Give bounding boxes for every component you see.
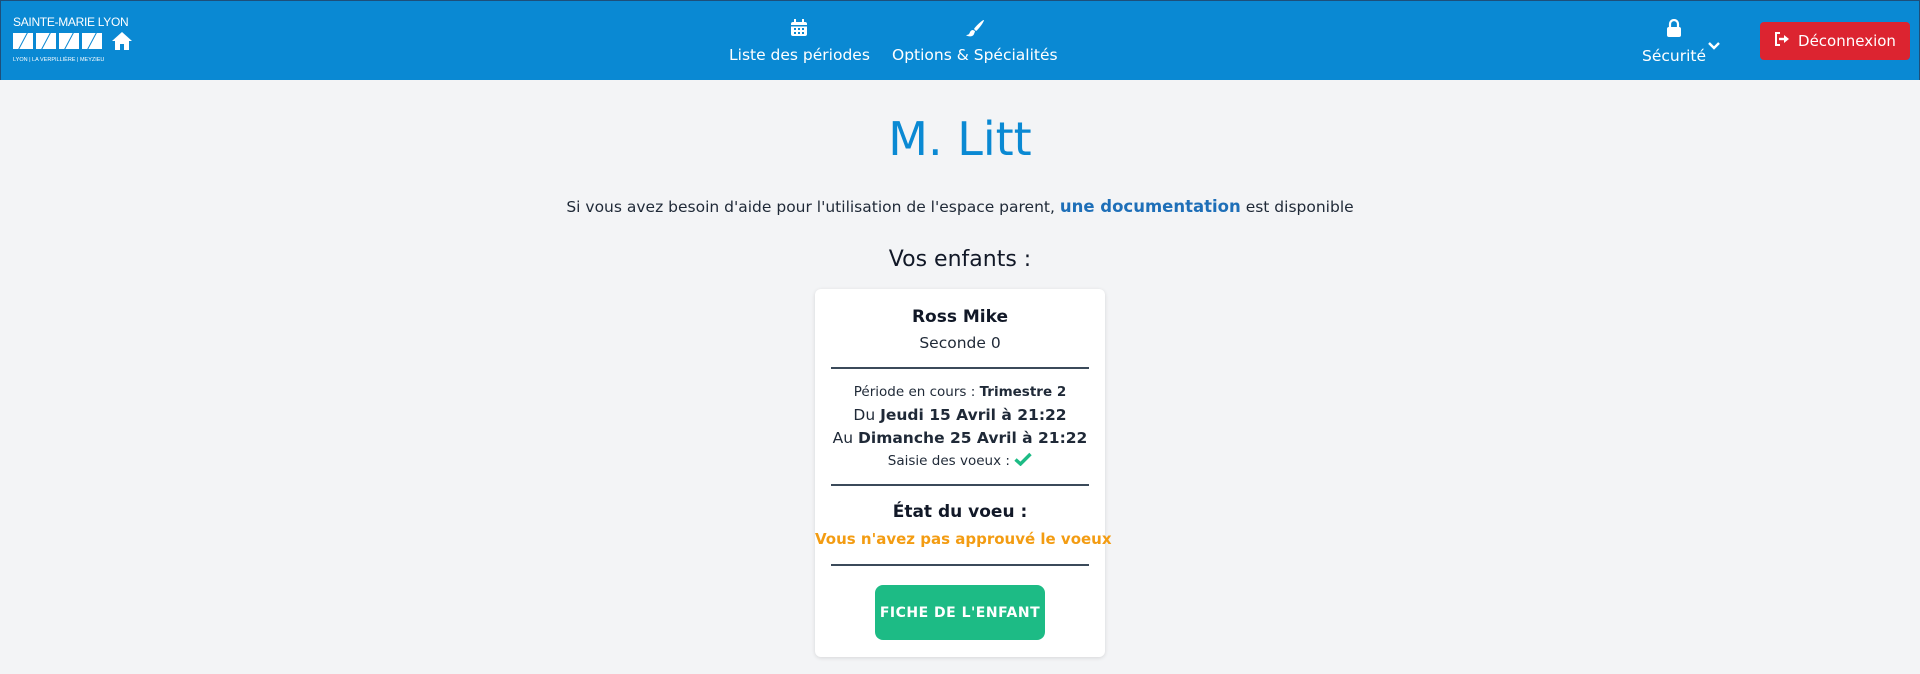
wish-entry-status: Saisie des voeux : [815,452,1105,470]
home-icon[interactable] [111,31,133,55]
wish-state-value: Vous n'avez pas approuvé le voeux [815,530,1112,548]
logo-title: SAINTE-MARIE LYON [13,15,129,29]
logo-tiles [13,33,102,49]
help-suffix: est disponible [1245,198,1354,216]
sign-out-icon [1774,32,1790,50]
logout-button[interactable]: Déconnexion [1760,22,1910,60]
nav-options-label: Options & Spécialités [892,46,1058,64]
logo-tile [82,33,102,49]
calendar-icon [729,19,870,41]
help-prefix: Si vous avez besoin d'aide pour l'utilis… [566,198,1055,216]
to-label: Au [832,429,854,447]
saisie-label: Saisie des voeux : [887,453,1010,469]
check-icon [1014,452,1032,470]
divider [831,367,1089,369]
lock-icon [1642,18,1706,42]
period-start: Du Jeudi 15 Avril à 21:22 [815,406,1105,424]
security-menu[interactable]: Sécurité [1642,18,1707,65]
security-label: Sécurité [1642,47,1707,65]
top-navbar: SAINTE-MARIE LYON LYON | LA VERPILLIÈRE … [0,0,1920,80]
logo-tile [13,33,33,49]
current-period: Période en cours : Trimestre 2 [815,384,1105,400]
logout-label: Déconnexion [1798,32,1896,50]
period-label: Période en cours : [853,384,976,400]
help-text: Si vous avez besoin d'aide pour l'utilis… [0,197,1920,216]
child-class: Seconde 0 [919,334,1001,352]
logo-subtitle: LYON | LA VERPILLIÈRE | MEYZIEU [13,57,105,63]
nav-periods-label: Liste des périodes [729,46,870,64]
paintbrush-icon [892,19,1058,41]
divider [831,484,1089,486]
logo-tile [59,33,79,49]
period-end: Au Dimanche 25 Avril à 21:22 [815,429,1105,447]
logo-tile [36,33,56,49]
chevron-down-icon[interactable] [1708,35,1720,54]
divider [831,564,1089,566]
page-title: M. Litt [888,112,1032,166]
children-section-title: Vos enfants : [888,247,1032,272]
period-value: Trimestre 2 [979,384,1067,400]
from-label: Du [853,406,876,424]
child-file-button[interactable]: FICHE DE L'ENFANT [875,585,1045,640]
wish-state-title: État du voeu : [892,502,1028,522]
child-card: Ross Mike Seconde 0 Période en cours : T… [815,289,1112,657]
to-value: Dimanche 25 Avril à 21:22 [858,429,1088,447]
documentation-link[interactable]: une documentation [1060,197,1241,216]
nav-options-link[interactable]: Options & Spécialités [892,19,1058,64]
nav-periods-link[interactable]: Liste des périodes [729,19,870,64]
from-value: Jeudi 15 Avril à 21:22 [880,406,1067,424]
child-name: Ross Mike [911,307,1009,327]
